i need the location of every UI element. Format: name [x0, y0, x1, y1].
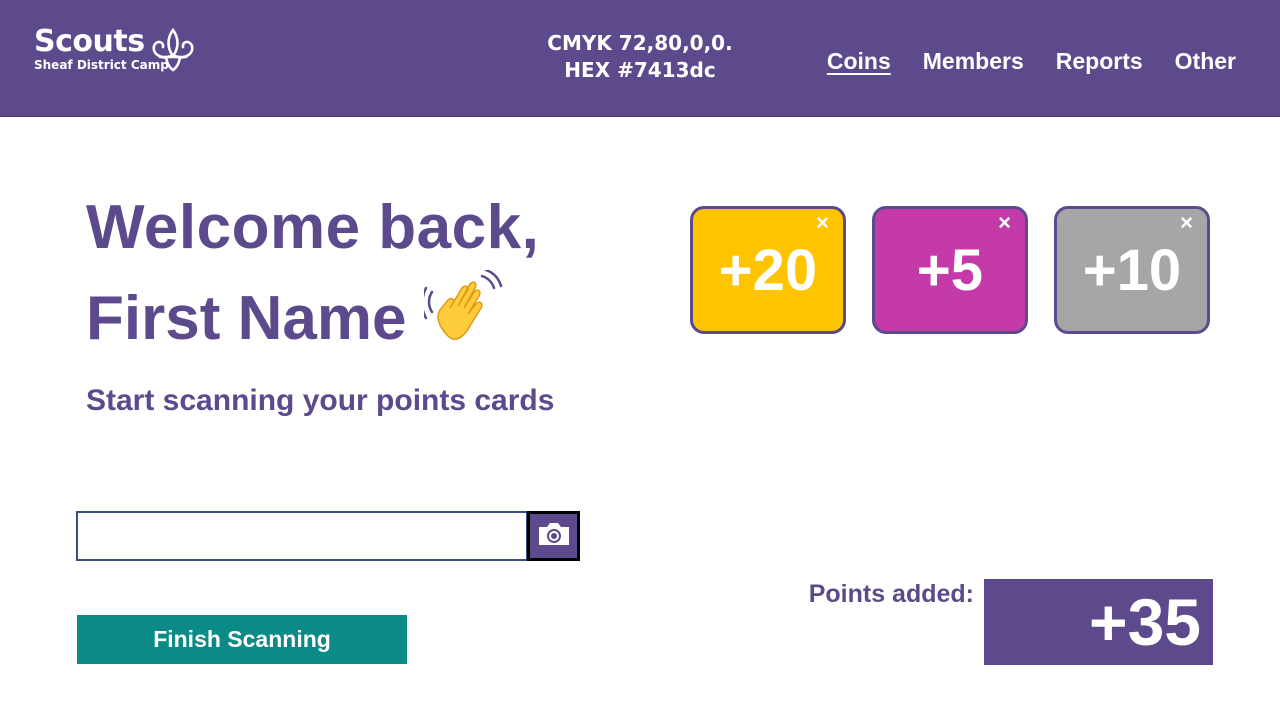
close-icon[interactable]: × [1180, 211, 1193, 235]
nav-reports[interactable]: Reports [1056, 48, 1143, 75]
nav-other[interactable]: Other [1175, 48, 1236, 75]
waving-hand-icon [421, 268, 504, 368]
finish-scanning-button[interactable]: Finish Scanning [77, 615, 407, 664]
card-value: +20 [718, 237, 818, 303]
camera-button[interactable] [527, 511, 580, 561]
points-added-label: Points added: [808, 580, 974, 608]
close-icon[interactable]: × [816, 211, 829, 235]
nav-coins[interactable]: Coins [827, 48, 891, 75]
points-total: +35 [984, 579, 1213, 665]
welcome-line: Welcome back, [86, 193, 540, 262]
scan-input[interactable] [76, 511, 528, 561]
nav-members[interactable]: Members [923, 48, 1024, 75]
close-icon[interactable]: × [998, 211, 1011, 235]
cmyk-value: CMYK 72,80,0,0. [547, 31, 733, 55]
points-card: +10 × [1054, 206, 1210, 334]
points-card: +20 × [690, 206, 846, 334]
color-info: CMYK 72,80,0,0. HEX #7413dc [540, 30, 740, 84]
main-nav: Coins Members Reports Other [827, 48, 1236, 75]
fleur-de-lis-icon [146, 26, 200, 78]
welcome-heading: Welcome back, First Name [86, 186, 539, 368]
points-value: +35 [1089, 585, 1201, 659]
scan-subtitle: Start scanning your points cards [86, 384, 555, 417]
points-card: +5 × [872, 206, 1028, 334]
card-value: +10 [1082, 237, 1182, 303]
hex-value: HEX #7413dc [564, 58, 716, 82]
card-value: +5 [916, 237, 984, 303]
user-first-name: First Name [86, 284, 407, 353]
camera-icon [537, 521, 571, 551]
scouts-logo[interactable]: Scouts Sheaf District Camp [34, 26, 194, 72]
header: Scouts Sheaf District Camp CMYK 72,80,0,… [0, 0, 1280, 117]
